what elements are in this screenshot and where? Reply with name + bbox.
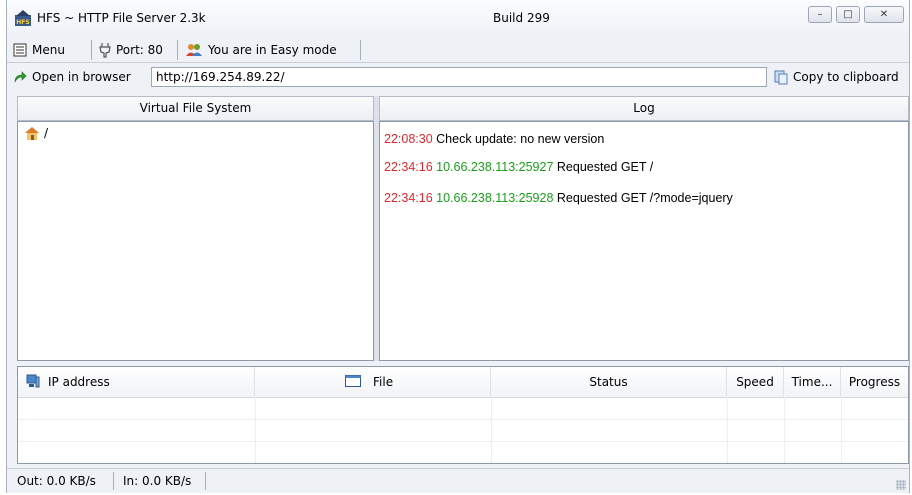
log-address: 10.66.238.113:25927 — [436, 160, 554, 174]
log-time: 22:34:16 — [384, 191, 433, 205]
log-message: Requested GET / — [556, 160, 654, 174]
resize-grip[interactable] — [896, 480, 906, 490]
column-ip-address[interactable]: IP address — [18, 367, 255, 397]
minimize-button[interactable]: – — [808, 6, 832, 23]
svg-text:HFS: HFS — [16, 19, 29, 26]
window-icon — [345, 375, 361, 387]
log-message: Check update: no new version — [436, 132, 605, 146]
copy-to-clipboard-button[interactable]: Copy to clipboard — [773, 67, 899, 87]
plug-icon — [99, 43, 111, 58]
status-divider — [205, 472, 206, 490]
table-row[interactable] — [18, 441, 908, 463]
vfs-root-item[interactable]: / — [24, 126, 48, 140]
column-progress[interactable]: Progress — [841, 367, 908, 397]
log-entry: 22:34:16 10.66.238.113:25928 Requested G… — [384, 191, 733, 205]
computer-icon — [26, 374, 40, 388]
url-bar: Open in browser Copy to clipboard — [7, 64, 909, 91]
menu-icon — [13, 43, 27, 57]
log-message: Requested GET /?mode=jquery — [556, 191, 733, 205]
column-file[interactable]: File — [255, 367, 491, 397]
log-panel[interactable]: 22:08:30 Check update: no new version 22… — [379, 121, 909, 361]
url-field[interactable] — [151, 67, 767, 87]
menu-button[interactable]: Menu — [13, 40, 65, 60]
vfs-root-label: / — [44, 126, 49, 140]
grid-divider — [784, 397, 785, 463]
home-icon — [25, 127, 39, 140]
clipboard-icon — [774, 70, 788, 85]
log-time: 22:08:30 — [384, 132, 433, 146]
grid-divider — [727, 397, 728, 463]
toolbar-divider — [360, 40, 361, 60]
hfs-logo-icon: HFS — [15, 10, 31, 26]
table-row[interactable] — [18, 419, 908, 442]
grid-divider — [491, 397, 492, 463]
title-bar[interactable]: HFS HFS ~ HTTP File Server 2.3k Build 29… — [7, 0, 909, 36]
connections-grid[interactable]: IP address File Status Speed Time... Pro… — [17, 366, 909, 464]
status-divider — [113, 472, 114, 490]
status-bar: Out: 0.0 KB/s In: 0.0 KB/s — [7, 468, 909, 493]
open-in-browser-label: Open in browser — [32, 70, 131, 84]
toolbar-divider — [91, 40, 92, 60]
grid-divider — [255, 397, 256, 463]
port-label: Port: 80 — [116, 43, 163, 57]
column-speed[interactable]: Speed — [727, 367, 784, 397]
column-label: File — [373, 375, 394, 389]
column-time[interactable]: Time... — [784, 367, 841, 397]
log-header: Log — [379, 96, 909, 121]
in-speed: In: 0.0 KB/s — [123, 474, 192, 488]
toolbar-divider — [177, 40, 178, 60]
close-button[interactable]: ✕ — [864, 6, 904, 23]
log-address: 10.66.238.113:25928 — [436, 191, 554, 205]
table-row[interactable] — [18, 397, 908, 420]
mode-button[interactable]: You are in Easy mode — [185, 40, 337, 60]
grid-divider — [841, 397, 842, 463]
menu-label: Menu — [32, 43, 65, 57]
log-entry: 22:08:30 Check update: no new version — [384, 132, 604, 146]
connections-header: IP address File Status Speed Time... Pro… — [18, 367, 908, 398]
vfs-tree[interactable]: / — [17, 121, 374, 361]
log-time: 22:34:16 — [384, 160, 433, 174]
main-toolbar: Menu Port: 80 You are in Easy mode — [7, 38, 909, 63]
copy-to-clipboard-label: Copy to clipboard — [793, 70, 899, 84]
log-entry: 22:34:16 10.66.238.113:25927 Requested G… — [384, 160, 653, 174]
maximize-button[interactable]: □ — [836, 6, 860, 23]
column-status[interactable]: Status — [491, 367, 727, 397]
users-icon — [186, 44, 202, 56]
hfs-window: HFS HFS ~ HTTP File Server 2.3k Build 29… — [6, 0, 910, 493]
build-label: Build 299 — [493, 11, 550, 25]
out-speed: Out: 0.0 KB/s — [17, 474, 96, 488]
green-arrow-icon — [14, 71, 27, 83]
window-title: HFS ~ HTTP File Server 2.3k — [37, 11, 206, 25]
port-button[interactable]: Port: 80 — [99, 40, 163, 60]
column-label: IP address — [48, 375, 110, 389]
open-in-browser-button[interactable]: Open in browser — [13, 67, 131, 87]
vfs-header: Virtual File System — [17, 96, 374, 121]
mode-label: You are in Easy mode — [208, 43, 337, 57]
